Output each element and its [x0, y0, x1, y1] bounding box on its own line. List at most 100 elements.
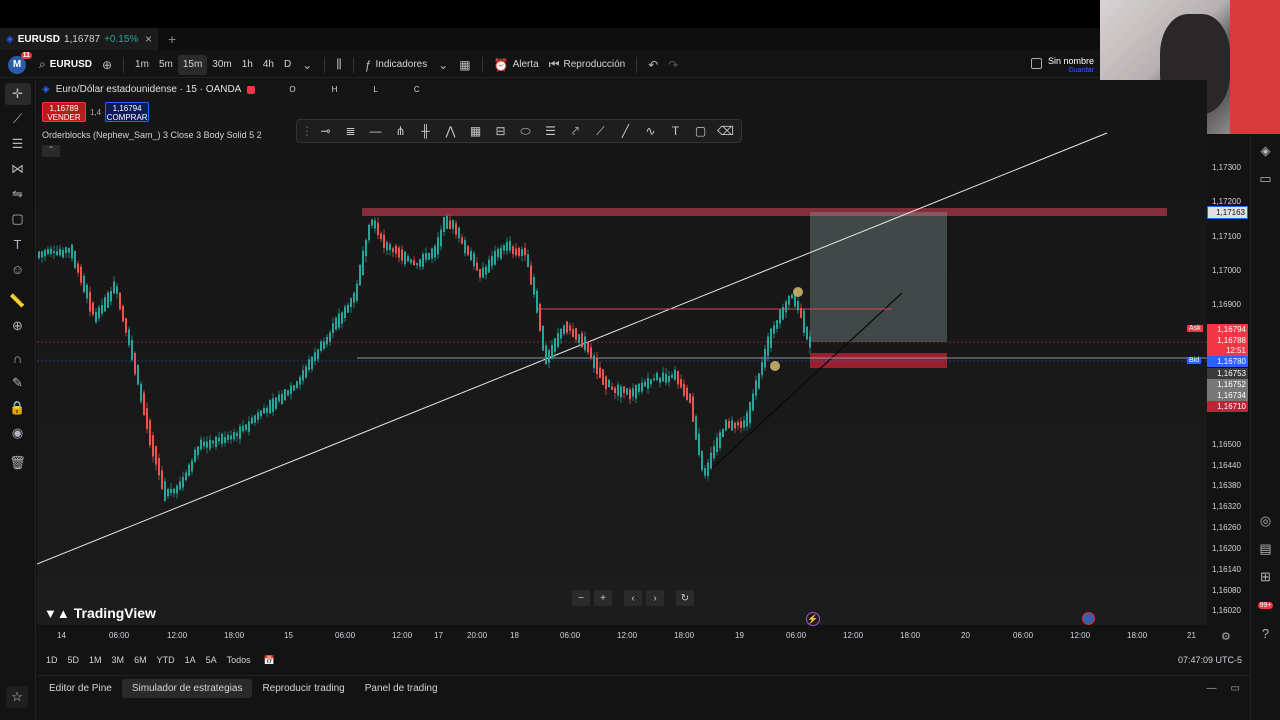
avatar[interactable]: M 11 [8, 51, 32, 74]
time-scale[interactable]: 14 06:00 12:00 18:00 15 06:00 12:00 17 20:00 18 06… [37, 628, 1250, 644]
brush-icon[interactable]: ⤤ [563, 120, 588, 142]
maximize-icon[interactable]: ▭ [1231, 683, 1240, 694]
chart-title[interactable]: Euro/Dólar estadounidense · 15 · OANDA [56, 84, 242, 95]
range-1M[interactable]: 1M [84, 655, 107, 665]
indicator-legend[interactable]: Orderblocks (Nephew_Sam_) 3 Close 3 Body… [42, 130, 262, 140]
settings-gear-icon[interactable]: ⚙ [1221, 630, 1231, 643]
tradingview-logo[interactable]: ▼▲ TradingView [44, 605, 156, 621]
sell-button[interactable]: 1,16789 VENDER [42, 102, 86, 122]
range-6M[interactable]: 6M [129, 655, 152, 665]
range-Todos[interactable]: Todos [222, 655, 256, 665]
zoom-in-icon[interactable]: + [594, 590, 612, 606]
range-5A[interactable]: 5A [201, 655, 222, 665]
symbol-search-button[interactable]: ⌕ EURUSD [34, 55, 97, 75]
range-YTD[interactable]: YTD [152, 655, 180, 665]
scroll-left-icon[interactable]: ‹ [624, 590, 642, 606]
interval-15m[interactable]: 15m [177, 54, 208, 75]
trend-line-icon[interactable]: ⟋ [5, 108, 31, 130]
realtime-icon[interactable]: ⚡ [806, 612, 820, 626]
pattern-icon[interactable]: ⋈ [5, 158, 31, 180]
reset-chart-icon[interactable]: ↻ [676, 590, 694, 606]
calendar-icon[interactable]: ▤ [1255, 538, 1277, 560]
replay-button[interactable]: ⏮ Reproducción [544, 55, 631, 75]
zoom-out-icon[interactable]: − [572, 590, 590, 606]
scroll-right-icon[interactable]: › [646, 590, 664, 606]
range-3M[interactable]: 3M [107, 655, 130, 665]
candle-body [323, 341, 325, 349]
range-1D[interactable]: 1D [41, 655, 63, 665]
interval-1h[interactable]: 1h [237, 55, 258, 75]
collapse-legend-icon[interactable]: ⌃ [42, 145, 60, 157]
text-icon[interactable]: T [663, 120, 688, 142]
pitchfork-icon[interactable]: ⋔ [388, 120, 413, 142]
trash-icon[interactable]: 🗑 [5, 452, 31, 474]
range-1A[interactable]: 1A [180, 655, 201, 665]
bottom-tab[interactable]: Reproducir trading [252, 679, 354, 698]
interval-5m[interactable]: 5m [154, 55, 178, 75]
ruler-icon[interactable]: 📏 [5, 290, 31, 312]
indicators-button[interactable]: ƒ Indicadores [360, 55, 432, 75]
buy-button[interactable]: 1,16794 COMPRAR [105, 102, 150, 122]
eraser-icon[interactable]: ⌫ [713, 120, 738, 142]
interval-4h[interactable]: 4h [258, 55, 279, 75]
emoji-icon[interactable]: ☺ [5, 258, 31, 280]
forecast-icon[interactable]: ⇋ [5, 183, 31, 205]
eye-icon[interactable]: ◉ [5, 422, 31, 444]
fib-icon[interactable]: ☰ [5, 133, 31, 155]
parallel-channel-icon[interactable]: ≣ [338, 120, 363, 142]
horizontal-ray-icon[interactable]: ⊸ [313, 120, 338, 142]
drag-handle-icon[interactable]: ⋮ [301, 120, 313, 142]
compare-symbol-button[interactable]: ⊕ [97, 55, 117, 75]
horizontal-line-icon[interactable]: — [363, 120, 388, 142]
bottom-tab[interactable]: Editor de Pine [39, 679, 122, 698]
rectangle-icon[interactable]: ▢ [688, 120, 713, 142]
pattern-icon[interactable]: ⋀ [438, 120, 463, 142]
pencil-lock-icon[interactable]: ✎ [5, 372, 31, 394]
bottom-tab[interactable]: Panel de trading [355, 679, 448, 698]
templates-button[interactable]: ▦ [454, 55, 475, 75]
crosshair-icon[interactable]: ✛ [4, 83, 31, 105]
news-flag-icon[interactable] [1082, 612, 1095, 625]
path-icon[interactable]: ∿ [638, 120, 663, 142]
clock[interactable]: 07:47:09 UTC-5 [1178, 655, 1242, 665]
redo-button[interactable]: ↷ [663, 55, 683, 75]
price-scale[interactable]: 1,16020 1,16080 1,16140 1,16200 1,16260 1,163… [1207, 80, 1250, 625]
bottom-tab[interactable]: Simulador de estrategias [121, 678, 253, 698]
lines-icon[interactable]: ☰ [538, 120, 563, 142]
price-chart[interactable] [37, 80, 1207, 625]
browser-tabbar: ◈ EURUSD 1,16787 +0.15% × + [0, 28, 1100, 50]
alert-button[interactable]: ⏰ Alerta [489, 55, 544, 75]
target-icon[interactable]: ◎ [1255, 510, 1277, 532]
layers-icon[interactable]: ◈ [1255, 140, 1277, 162]
new-tab-icon[interactable]: + [168, 31, 176, 47]
shapes-icon[interactable]: ▢ [5, 208, 31, 230]
gann-icon[interactable]: ╫ [413, 120, 438, 142]
ellipse-icon[interactable]: ⬭ [513, 120, 538, 142]
chat-icon[interactable]: ▭ [1255, 168, 1277, 190]
chevron-down-icon[interactable]: ⌄ [438, 58, 448, 72]
line-icon[interactable]: ╱ [613, 120, 638, 142]
tab-close-icon[interactable]: × [145, 32, 152, 46]
interval-1m[interactable]: 1m [130, 55, 154, 75]
range-icon[interactable]: ⊟ [488, 120, 513, 142]
apps-icon[interactable]: ⊞ [1255, 566, 1277, 588]
notifications-icon[interactable]: 99+ [1255, 594, 1277, 616]
chevron-down-icon[interactable]: ⌄ [302, 58, 312, 72]
grid-icon[interactable]: ▦ [463, 120, 488, 142]
text-icon[interactable]: T [5, 233, 31, 255]
minimize-icon[interactable]: — [1207, 683, 1217, 694]
lock-icon[interactable]: 🔒 [5, 397, 31, 419]
layout-name[interactable]: Sin nombre Guardar [1030, 55, 1094, 74]
undo-button[interactable]: ↶ [643, 55, 663, 75]
ray-icon[interactable]: ⟋ [588, 120, 613, 142]
interval-30m[interactable]: 30m [207, 55, 236, 75]
magnet-icon[interactable]: ∩ [5, 347, 31, 369]
help-icon[interactable]: ? [1255, 622, 1277, 644]
zoom-in-icon[interactable]: ⊕ [5, 315, 31, 337]
range-5D[interactable]: 5D [63, 655, 85, 665]
chart-type-button[interactable]: ⫼ [331, 55, 347, 75]
goto-date-icon[interactable]: 📅 [264, 655, 275, 666]
browser-tab[interactable]: ◈ EURUSD 1,16787 +0.15% × [0, 28, 158, 50]
interval-D[interactable]: D [279, 55, 296, 75]
watchlist-star-icon[interactable]: ☆ [6, 686, 28, 708]
